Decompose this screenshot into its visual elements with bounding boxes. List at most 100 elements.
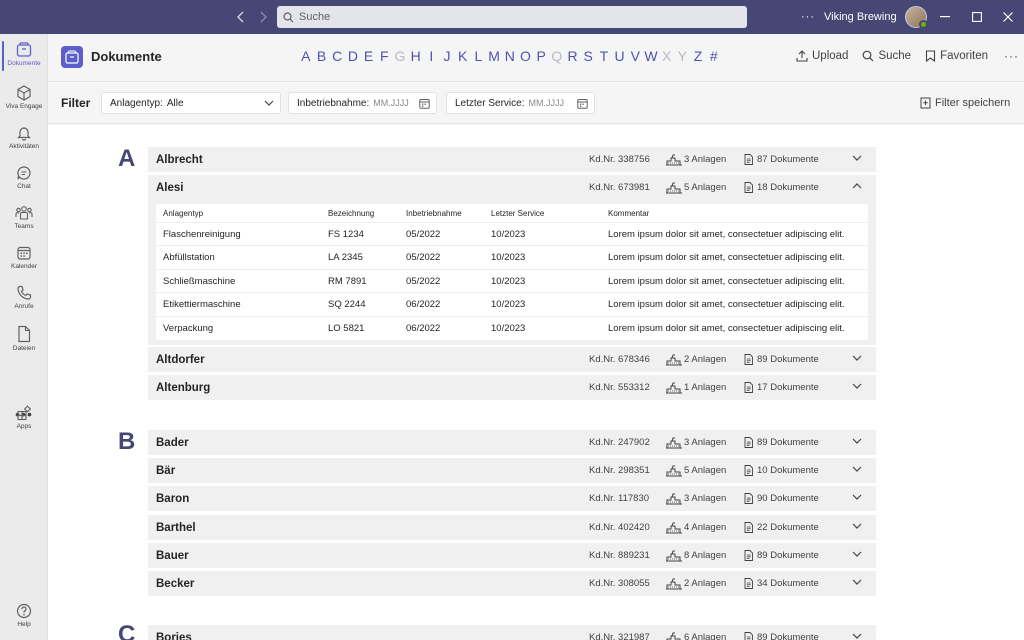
cell-anlagentyp: Verpackung: [163, 322, 214, 334]
alphabet-letter[interactable]: I: [424, 48, 440, 64]
alphabet-letter[interactable]: E: [361, 48, 377, 64]
rail-item-chat[interactable]: Chat: [0, 161, 48, 201]
anlagen-count: 3 Anlagen: [665, 493, 726, 505]
customer-row[interactable]: Barthel Kd.Nr. 402420 4 Anlagen 22 Dokument…: [148, 515, 876, 540]
header-actions: Upload Suche Favoriten ···: [796, 49, 1019, 63]
chevron-up-icon[interactable]: [852, 183, 862, 189]
rail-item-dateien[interactable]: Dateien: [0, 321, 48, 361]
chevron-down-icon[interactable]: [852, 466, 862, 472]
chevron-down-icon[interactable]: [852, 523, 862, 529]
cell-kommentar: Lorem ipsum dolor sit amet, consectetuer…: [608, 252, 845, 264]
cell-bezeichnung: SQ 2244: [328, 299, 366, 311]
customer-row[interactable]: Altdorfer Kd.Nr. 678346 2 Anlagen 89 Dokume…: [148, 347, 876, 372]
alphabet-letter[interactable]: Z: [690, 48, 706, 64]
alphabet-letter[interactable]: O: [518, 48, 534, 64]
alphabet-letter[interactable]: V: [627, 48, 643, 64]
alphabet-letter[interactable]: C: [329, 48, 345, 64]
alphabet-letter[interactable]: L: [471, 48, 487, 64]
alphabet-letter[interactable]: S: [580, 48, 596, 64]
customer-row[interactable]: Altenburg Kd.Nr. 553312 1 Anlagen 17 Dokume…: [148, 375, 876, 400]
machine-icon: [665, 578, 683, 590]
chevron-down-icon[interactable]: [852, 579, 862, 585]
search-button[interactable]: Suche: [862, 50, 911, 62]
anlagen-count-label: 4 Anlagen: [684, 522, 727, 533]
alphabet-letter[interactable]: U: [612, 48, 628, 64]
favorites-button[interactable]: Favoriten: [925, 50, 988, 62]
alphabet-letter[interactable]: P: [533, 48, 549, 64]
global-search-input[interactable]: Suche: [277, 6, 747, 28]
rail-item-aktivitaeten[interactable]: Aktivitäten: [0, 121, 48, 161]
customer-name: Barthel: [156, 521, 196, 534]
search-icon: [863, 50, 874, 62]
machine-icon: [665, 354, 683, 366]
customer-row[interactable]: Bauer Kd.Nr. 889231 8 Anlagen 89 Dokumente: [148, 543, 876, 568]
chevron-down-icon[interactable]: [852, 551, 862, 557]
customer-row[interactable]: Albrecht Kd.Nr. 338756 3 Anlagen 87 Dokumen…: [148, 147, 876, 172]
anlagen-count: 4 Anlagen: [665, 522, 726, 534]
minimize-icon[interactable]: [930, 0, 960, 34]
alphabet-letter[interactable]: J: [439, 48, 455, 64]
save-filter-button[interactable]: Filter speichern: [920, 97, 1010, 109]
avatar[interactable]: [904, 6, 928, 29]
more-options-icon[interactable]: ···: [1004, 49, 1019, 63]
cell-letzter-service: 10/2023: [491, 252, 526, 264]
upload-icon: [796, 50, 808, 62]
forward-arrow-icon[interactable]: [256, 9, 270, 25]
chevron-down-icon[interactable]: [852, 633, 862, 639]
dokumente-count: 90 Dokumente: [744, 493, 819, 504]
favorites-label: Favoriten: [940, 50, 988, 62]
calendar-icon[interactable]: [577, 98, 588, 109]
customer-name: Altenburg: [156, 381, 211, 394]
rail-item-apps[interactable]: Apps: [0, 401, 48, 441]
rail-item-viva-engage[interactable]: Viva Engage: [0, 81, 48, 121]
close-icon[interactable]: [993, 0, 1023, 34]
maximize-icon[interactable]: [962, 0, 992, 34]
rail-item-dokumente[interactable]: Dokumente: [0, 38, 48, 78]
customer-row[interactable]: Alesi Kd.Nr. 673981 5 Anlagen 18 Dokumente: [148, 175, 876, 200]
customer-row[interactable]: Bär Kd.Nr. 298351 5 Anlagen 10 Dokumente: [148, 458, 876, 483]
chevron-down-icon[interactable]: [852, 155, 862, 161]
chevron-down-icon[interactable]: [852, 494, 862, 500]
anlagentyp-dropdown[interactable]: Anlagentyp: Alle: [101, 92, 281, 114]
alphabet-letter[interactable]: A: [298, 48, 314, 64]
upload-button[interactable]: Upload: [796, 50, 848, 62]
alphabet-letter[interactable]: N: [502, 48, 518, 64]
alphabet-letter[interactable]: B: [314, 48, 330, 64]
alphabet-letter[interactable]: D: [345, 48, 361, 64]
alphabet-letter[interactable]: #: [706, 48, 722, 64]
dokumente-count-label: 17 Dokumente: [757, 382, 819, 393]
alphabet-letter[interactable]: H: [408, 48, 424, 64]
dokumente-count-label: 34 Dokumente: [757, 578, 819, 589]
th-anlagentyp: Anlagentyp: [163, 209, 204, 218]
inbetriebnahme-date-field[interactable]: Inbetriebnahme: MM.JJJJ: [288, 92, 437, 114]
cell-kommentar: Lorem ipsum dolor sit amet, consectetuer…: [608, 229, 845, 240]
org-name[interactable]: Viking Brewing: [824, 11, 897, 23]
rail-item-help[interactable]: Help: [0, 599, 48, 639]
alphabet-letter[interactable]: R: [565, 48, 581, 64]
customer-row[interactable]: Baron Kd.Nr. 117830 3 Anlagen 90 Dokumente: [148, 486, 876, 511]
cell-inbetriebnahme: 06/2022: [406, 322, 441, 334]
chevron-down-icon[interactable]: [852, 438, 862, 444]
back-arrow-icon[interactable]: [234, 9, 248, 25]
customer-row[interactable]: Bader Kd.Nr. 247902 3 Anlagen 89 Dokumente: [148, 430, 876, 455]
filter-bar: Filter Anlagentyp: Alle Inbetriebnahme: …: [48, 81, 1024, 124]
group-letter-c: C: [118, 621, 136, 640]
calendar-icon[interactable]: [419, 98, 430, 109]
document-icon: [744, 182, 753, 193]
alphabet-letter[interactable]: T: [596, 48, 612, 64]
chevron-down-icon[interactable]: [852, 383, 862, 389]
customer-row[interactable]: Borjes Kd.Nr. 321987 6 Anlagen 89 Dokumente: [148, 625, 876, 640]
chevron-down-icon[interactable]: [852, 355, 862, 361]
rail-item-teams[interactable]: Teams: [0, 201, 48, 241]
customer-row[interactable]: Becker Kd.Nr. 308055 2 Anlagen 34 Dokumente: [148, 571, 876, 596]
group-letter-a: A: [118, 145, 136, 172]
alphabet-letter[interactable]: F: [376, 48, 392, 64]
alphabet-letter[interactable]: W: [643, 48, 659, 64]
rail-item-anrufe[interactable]: Anrufe: [0, 281, 48, 321]
letzter-service-date-field[interactable]: Letzter Service: MM.JJJJ: [446, 92, 595, 114]
dokumente-count-label: 18 Dokumente: [757, 182, 819, 193]
alphabet-letter[interactable]: M: [486, 48, 502, 64]
rail-item-kalender[interactable]: Kalender: [0, 241, 48, 281]
alphabet-letter[interactable]: K: [455, 48, 471, 64]
titlebar-more-icon[interactable]: ···: [800, 11, 816, 23]
